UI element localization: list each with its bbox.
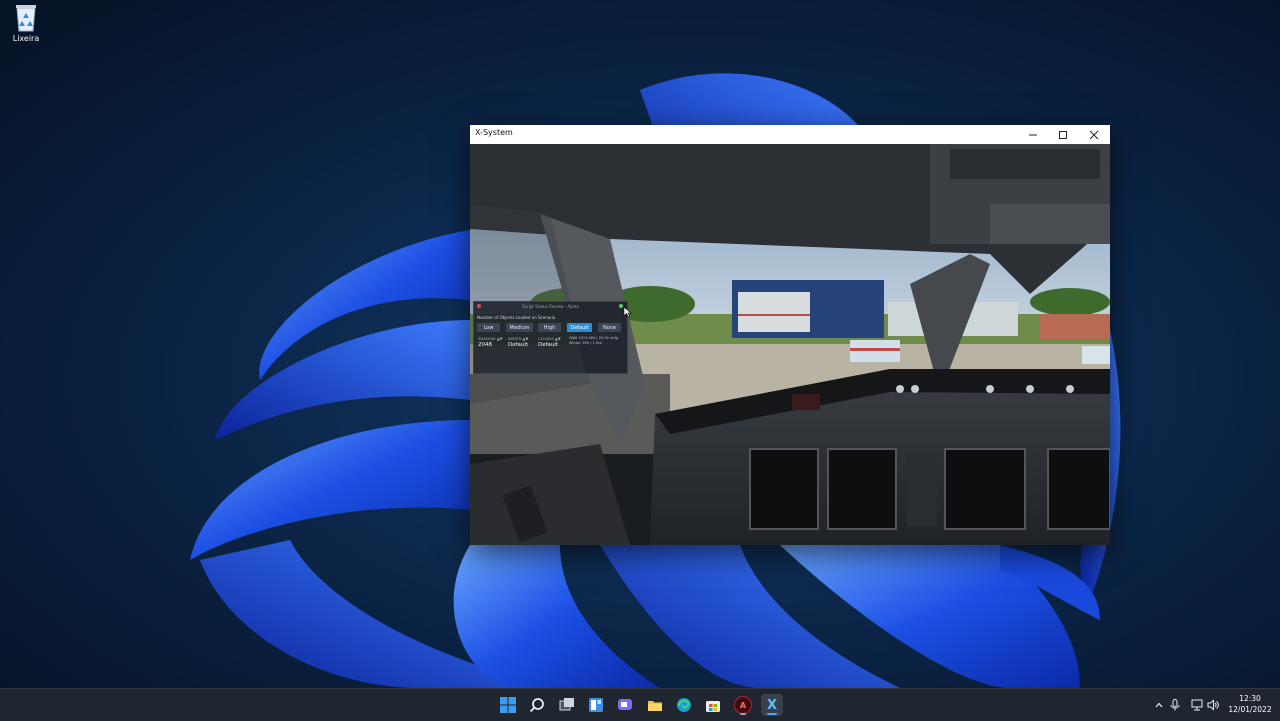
edge-button[interactable] [673,694,695,716]
quality-button-default[interactable]: Default [567,323,592,332]
minimize-button[interactable] [1018,125,1048,144]
clock-date: 12/01/2022 [1228,705,1272,714]
search-button[interactable] [526,694,548,716]
task-view-icon [559,698,574,711]
water-value: Default [508,342,529,348]
app-a-button[interactable]: A [732,694,754,716]
shadow-stat[interactable]: SHADOW ▲▼ 2048 [478,336,503,348]
x-system-taskbar-button[interactable]: X [761,694,783,716]
task-view-button[interactable] [556,694,578,716]
microphone-button[interactable] [1168,698,1182,712]
taskbar-clock[interactable]: 12:30 12/01/2022 [1224,693,1276,715]
running-indicator [740,713,746,715]
quality-button-none[interactable]: None [598,323,621,332]
clouds-value: Default [538,342,559,348]
active-indicator [767,713,777,715]
network-icon [1191,699,1203,711]
x-system-app-icon: X [766,697,778,713]
microphone-icon [1170,699,1180,711]
mouse-cursor-icon [623,306,632,318]
window-title: X-System [475,128,513,137]
close-icon [1089,130,1099,139]
x-system-window[interactable]: X-System Script Status Review - Alpha Nu… [470,125,1110,545]
network-button[interactable] [1190,698,1204,712]
quality-button-low[interactable]: Low [477,323,500,332]
windows-start-icon [500,697,516,713]
water-label: WATER ▲▼ [508,336,529,341]
water-stat[interactable]: WATER ▲▼ Default [508,336,528,348]
panel-title: Script Status Review - Alpha [522,304,579,309]
script-status-panel[interactable]: Script Status Review - Alpha Number of O… [473,301,628,374]
chevron-up-icon [1155,702,1163,708]
volume-icon [1207,699,1219,711]
maximize-icon [1059,130,1067,139]
store-icon [706,701,720,712]
volume-button[interactable] [1206,698,1220,712]
window-titlebar[interactable]: X-System [470,125,1110,144]
recycle-bin-icon [13,2,39,32]
widgets-icon [589,698,603,712]
clock-time: 12:30 [1239,694,1261,703]
flight-sim-viewport[interactable]: Script Status Review - Alpha Number of O… [470,144,1110,545]
clouds-stat[interactable]: CLOUDS ▲▼ Default [538,336,561,348]
teams-chat-icon [618,699,632,710]
minimize-icon [1029,134,1037,135]
file-explorer-button[interactable] [644,694,666,716]
shadow-label: SHADOW ▲▼ [478,336,503,341]
winds-info: Winds: 350 / 1 Kts [569,341,602,345]
file-explorer-icon [648,701,662,711]
quality-button-medium[interactable]: Medium [506,323,533,332]
weather-info: QNH 1013 hPa | 29.92 inHg Winds: 350 / 1… [569,336,618,346]
edge-browser-icon [677,698,691,712]
objects-label: Number of Objects Loaded on Scenario [477,315,556,320]
taskbar[interactable]: A X 12:30 12/01/2022 [0,688,1280,721]
close-button[interactable] [1079,125,1109,144]
quality-button-high[interactable]: High [538,323,561,332]
start-button[interactable] [497,694,519,716]
desktop-icon-label: Lixeira [12,34,40,43]
search-icon [529,698,544,713]
show-hidden-icons-button[interactable] [1152,698,1166,712]
widgets-button[interactable] [585,694,607,716]
chat-button[interactable] [614,694,636,716]
shadow-value: 2048 [478,342,492,348]
app-red-a-icon: A [734,696,752,714]
desktop-icon-recycle-bin[interactable]: Lixeira [6,2,46,43]
store-button[interactable] [702,694,724,716]
maximize-button[interactable] [1048,125,1078,144]
clouds-label: CLOUDS ▲▼ [538,336,561,341]
